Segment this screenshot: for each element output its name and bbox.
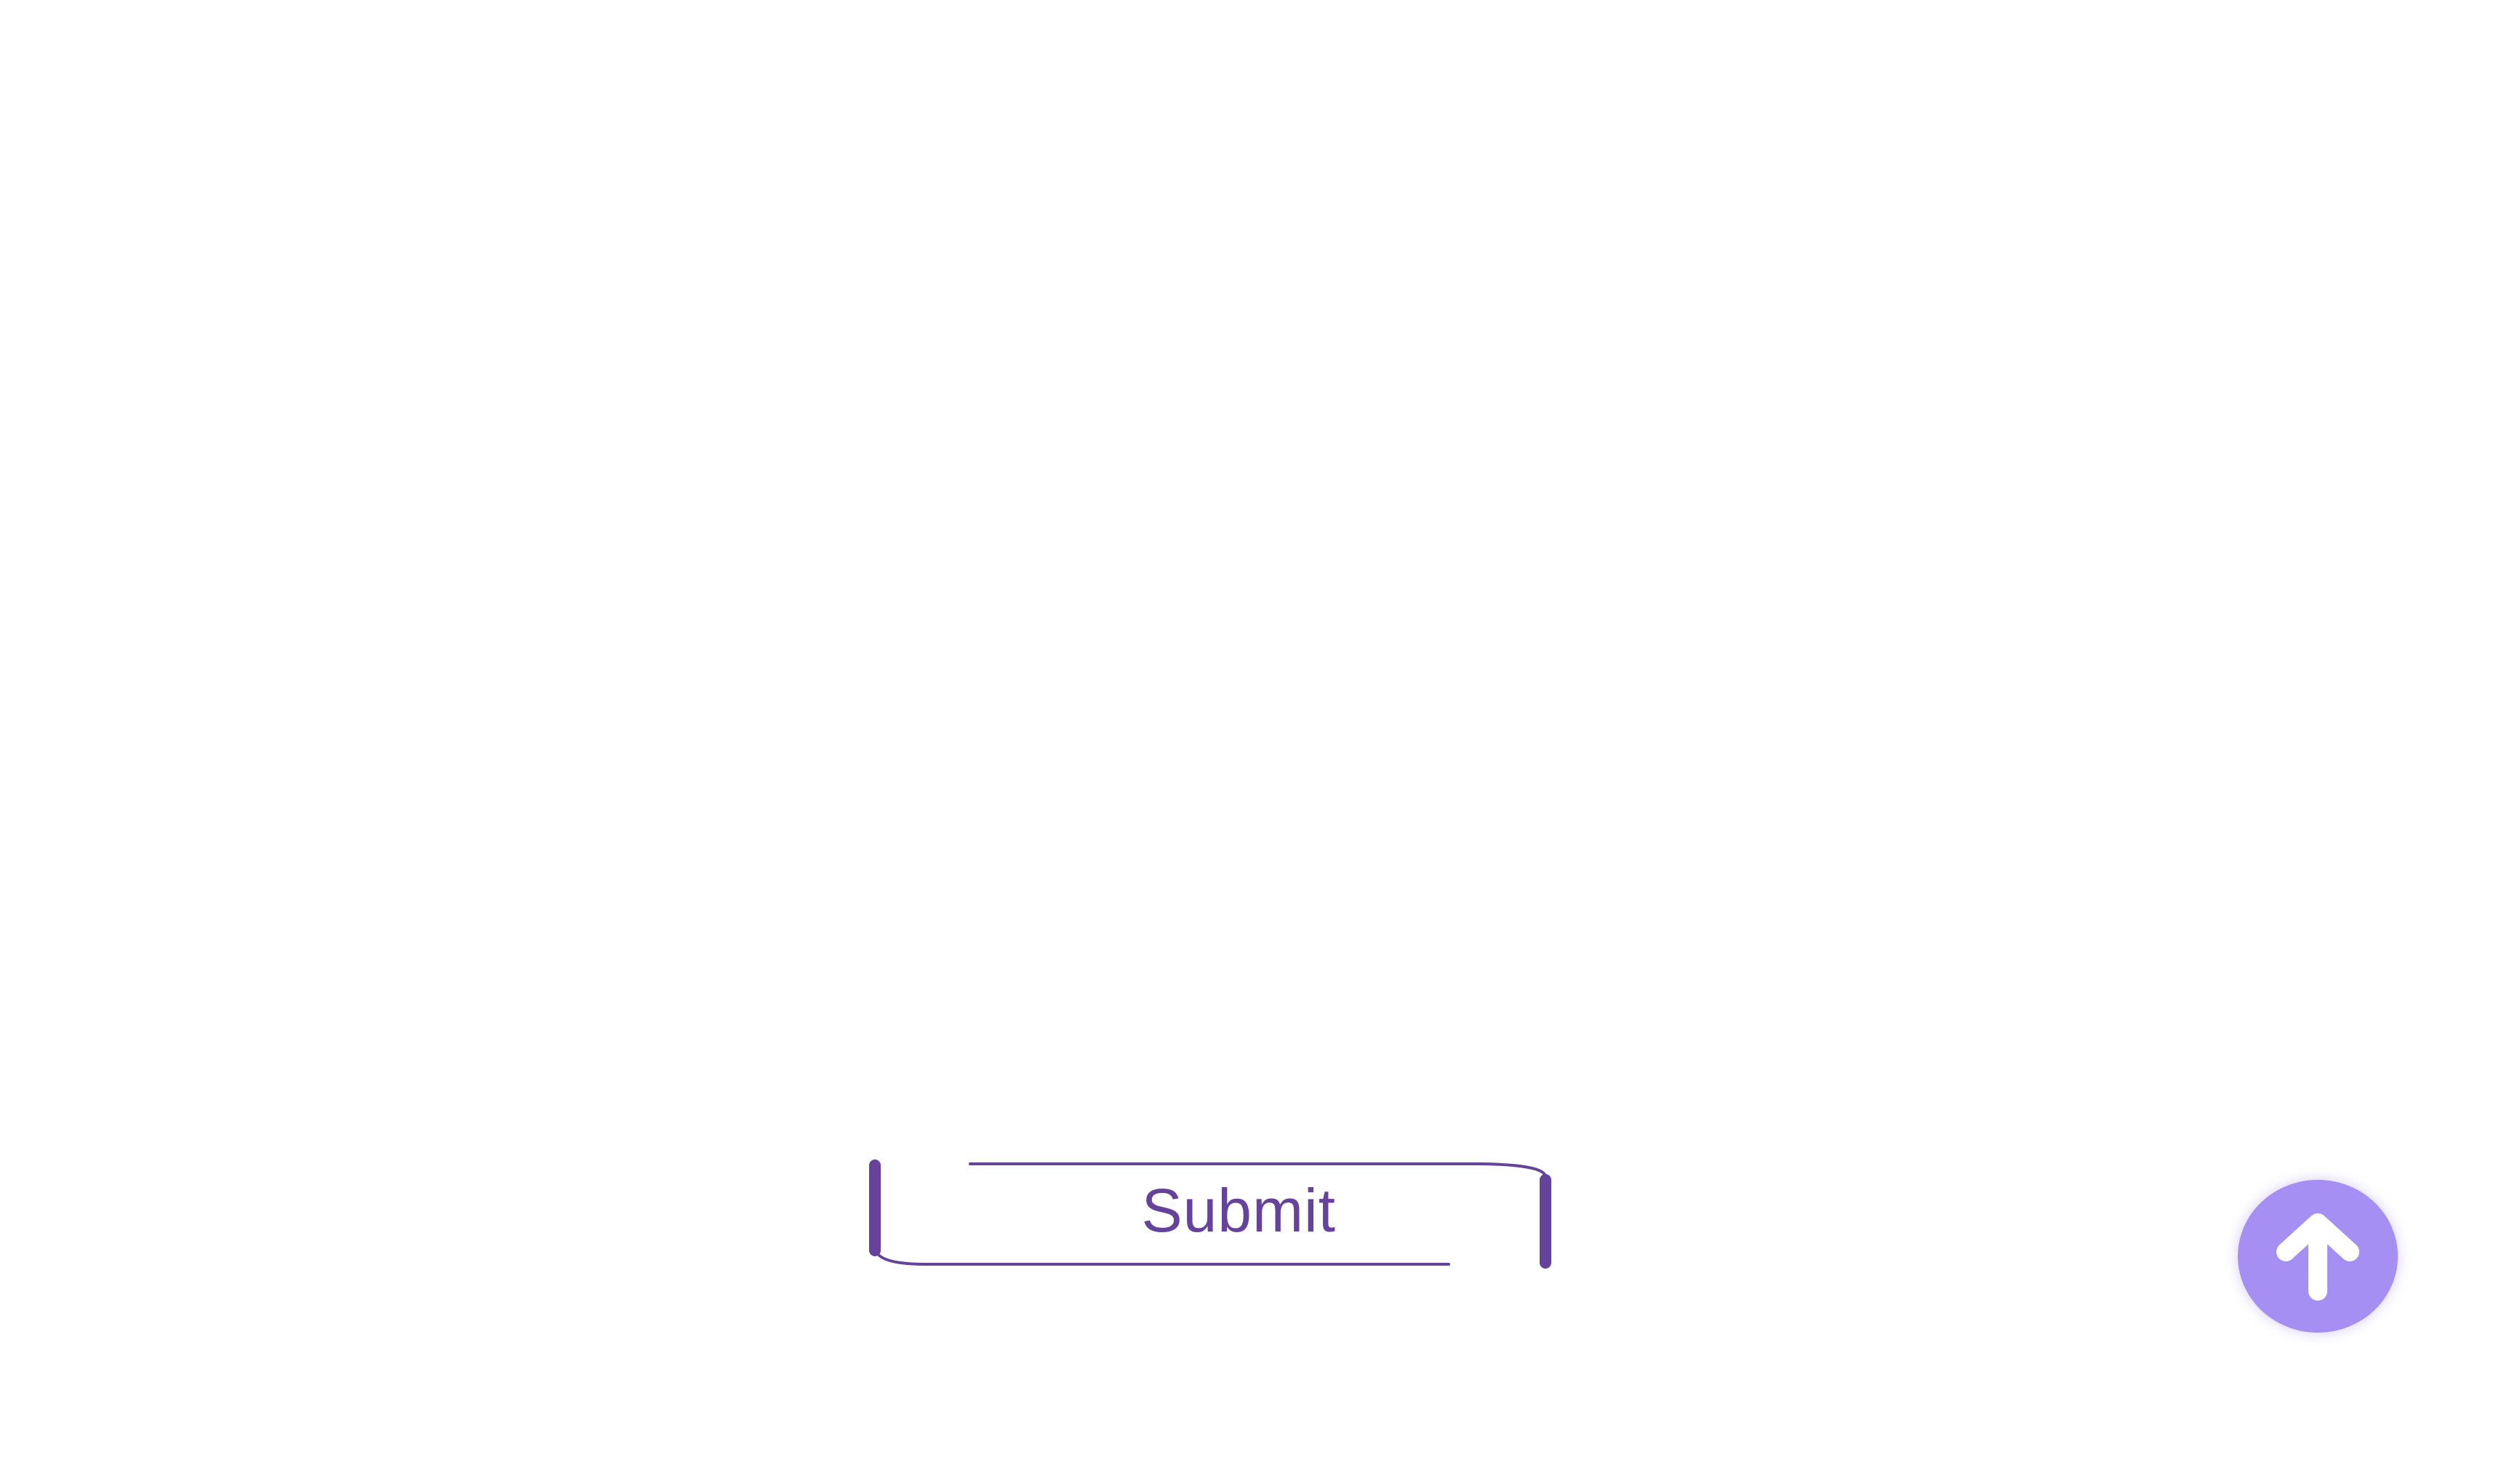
submit-button[interactable]: Submit <box>869 1159 1551 1269</box>
page: Submit <box>0 0 2520 1473</box>
submit-button-label: Submit <box>1141 1176 1336 1245</box>
scroll-to-top-button[interactable] <box>2238 1180 2398 1333</box>
arrow-up-icon <box>2276 1213 2359 1301</box>
